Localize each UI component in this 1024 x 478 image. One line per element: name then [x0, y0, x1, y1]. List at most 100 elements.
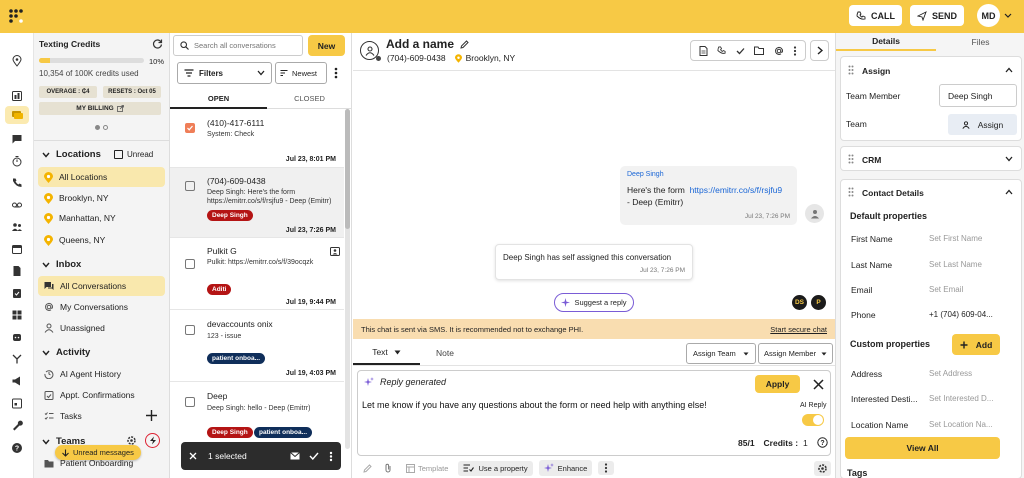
field-value[interactable]: Set Address	[929, 369, 972, 378]
chevron-down-icon[interactable]	[1005, 156, 1013, 162]
send-button[interactable]: SEND	[910, 5, 964, 26]
wrench-icon[interactable]	[11, 419, 23, 431]
edit-pencil-icon[interactable]	[460, 39, 469, 49]
clipboard-check-icon[interactable]	[11, 287, 23, 299]
bot-icon[interactable]	[11, 331, 23, 343]
folder-icon[interactable]	[754, 46, 765, 55]
at-icon[interactable]	[774, 46, 784, 56]
location-pin-icon[interactable]	[11, 55, 23, 67]
calendar-alt-icon[interactable]	[11, 397, 23, 409]
start-secure-chat-link[interactable]: Start secure chat	[770, 325, 827, 334]
new-conversation-button[interactable]: New	[308, 35, 345, 56]
chevron-down-icon[interactable]	[1004, 12, 1012, 20]
attachment-icon[interactable]	[384, 463, 392, 473]
tab-open[interactable]: OPEN	[170, 89, 267, 109]
inbox-my-conversations[interactable]: My Conversations	[38, 297, 165, 317]
inbox-all-conversations[interactable]: All Conversations	[38, 276, 165, 296]
inbox-unassigned[interactable]: Unassigned	[38, 318, 165, 338]
branch-icon[interactable]	[11, 353, 23, 365]
location-manhattan[interactable]: Manhattan, NY	[38, 208, 165, 228]
check-icon[interactable]	[309, 452, 319, 460]
unread-checkbox[interactable]: Unread	[114, 150, 153, 159]
inbox-nav-active[interactable]	[5, 106, 29, 124]
close-icon[interactable]	[813, 379, 824, 390]
document-icon[interactable]	[699, 45, 708, 56]
ai-reply-toggle[interactable]	[802, 414, 824, 426]
user-avatar[interactable]: MD	[977, 4, 1000, 27]
timer-icon[interactable]	[11, 155, 23, 167]
app-logo[interactable]	[9, 9, 24, 24]
more-vertical-icon[interactable]	[329, 451, 333, 462]
refresh-icon[interactable]	[152, 38, 163, 49]
activity-section-header[interactable]: Activity	[42, 347, 90, 358]
field-value[interactable]: Set Email	[929, 285, 963, 294]
locations-section-header[interactable]: Locations	[42, 149, 101, 160]
list-scrollbar[interactable]	[345, 109, 350, 449]
add-property-button[interactable]: Add	[952, 334, 1000, 355]
call-button[interactable]: CALL	[849, 5, 902, 26]
conversation-row[interactable]: (410)-417-6111 System: Check Jul 23, 8:0…	[170, 110, 344, 168]
activity-ai-agent-history[interactable]: AI Agent History	[38, 364, 165, 384]
inbox-section-header[interactable]: Inbox	[42, 259, 81, 270]
assign-member-dropdown[interactable]: Assign Member	[758, 343, 833, 364]
composer-tab-note[interactable]: Note	[420, 341, 470, 365]
drag-handle-icon[interactable]	[848, 154, 854, 164]
row-checkbox[interactable]	[185, 181, 195, 191]
more-vertical-icon[interactable]	[334, 67, 338, 79]
call-log-icon[interactable]	[11, 177, 23, 189]
mail-icon[interactable]	[290, 452, 300, 460]
drag-handle-icon[interactable]	[848, 187, 854, 197]
crm-card[interactable]: CRM	[840, 146, 1022, 171]
search-box[interactable]	[173, 35, 303, 56]
conversation-row-selected[interactable]: (704)-609-0438 Deep Singh: Here's the fo…	[170, 168, 344, 238]
view-all-button[interactable]: View All	[845, 437, 1000, 459]
field-value[interactable]: Set Last Name	[929, 260, 982, 269]
tab-closed[interactable]: CLOSED	[267, 89, 351, 109]
field-value[interactable]: Set Interested D...	[929, 394, 993, 403]
chevron-up-icon[interactable]	[1005, 189, 1013, 195]
edit-pencil-icon[interactable]	[363, 463, 372, 473]
activity-appt-confirmations[interactable]: Appt. Confirmations	[38, 385, 165, 405]
contact-name[interactable]: Add a name	[386, 37, 469, 51]
drag-handle-icon[interactable]	[848, 65, 854, 75]
chevron-up-icon[interactable]	[1005, 67, 1013, 73]
row-checkbox[interactable]	[185, 325, 195, 335]
conversation-row[interactable]: devaccounts onix 123 - issue patient onb…	[170, 310, 344, 382]
calendar-icon[interactable]	[11, 243, 23, 255]
use-property-button[interactable]: Use a property	[458, 460, 533, 476]
search-input[interactable]	[194, 41, 302, 50]
tab-details[interactable]: Details	[836, 33, 936, 51]
row-checkbox[interactable]	[185, 397, 195, 407]
help-circle-icon[interactable]: ?	[817, 437, 828, 448]
unread-messages-pill[interactable]: Unread messages	[55, 445, 141, 460]
grid-icon[interactable]	[11, 309, 23, 321]
location-queens[interactable]: Queens, NY	[38, 230, 165, 250]
more-vertical-icon[interactable]	[793, 45, 797, 56]
field-value[interactable]: Set Location Na...	[929, 420, 993, 429]
field-value[interactable]: Set First Name	[929, 234, 982, 243]
voicemail-icon[interactable]	[11, 199, 23, 211]
add-task-icon[interactable]	[145, 409, 158, 422]
conversation-row[interactable]: Pulkit G Pulkit: https://emitrr.co/s/f/3…	[170, 238, 344, 310]
message-link[interactable]: https://emitrr.co/s/f/rsjfu9	[690, 185, 783, 195]
message-icon[interactable]	[11, 133, 23, 145]
document-icon[interactable]	[11, 265, 23, 277]
sort-dropdown[interactable]: Newest	[275, 62, 327, 84]
location-brooklyn[interactable]: Brooklyn, NY	[38, 188, 165, 208]
flash-icon[interactable]	[145, 433, 160, 448]
phone-icon[interactable]	[717, 46, 726, 55]
assign-team-dropdown[interactable]: Assign Team	[686, 343, 756, 364]
location-all[interactable]: All Locations	[38, 167, 165, 187]
composer-settings-button[interactable]	[814, 460, 831, 476]
template-button[interactable]: Template	[406, 463, 448, 473]
dashboard-icon[interactable]	[11, 90, 23, 102]
contacts-icon[interactable]	[11, 221, 23, 233]
assign-team-button[interactable]: Assign	[948, 114, 1017, 135]
check-icon[interactable]	[736, 47, 745, 55]
carousel-dots[interactable]	[95, 125, 108, 130]
more-options-button[interactable]	[598, 461, 615, 475]
enhance-button[interactable]: Enhance	[538, 460, 593, 476]
row-checkbox[interactable]	[185, 123, 195, 133]
composer-tab-text[interactable]: Text	[353, 341, 420, 365]
apply-button[interactable]: Apply	[755, 375, 800, 393]
